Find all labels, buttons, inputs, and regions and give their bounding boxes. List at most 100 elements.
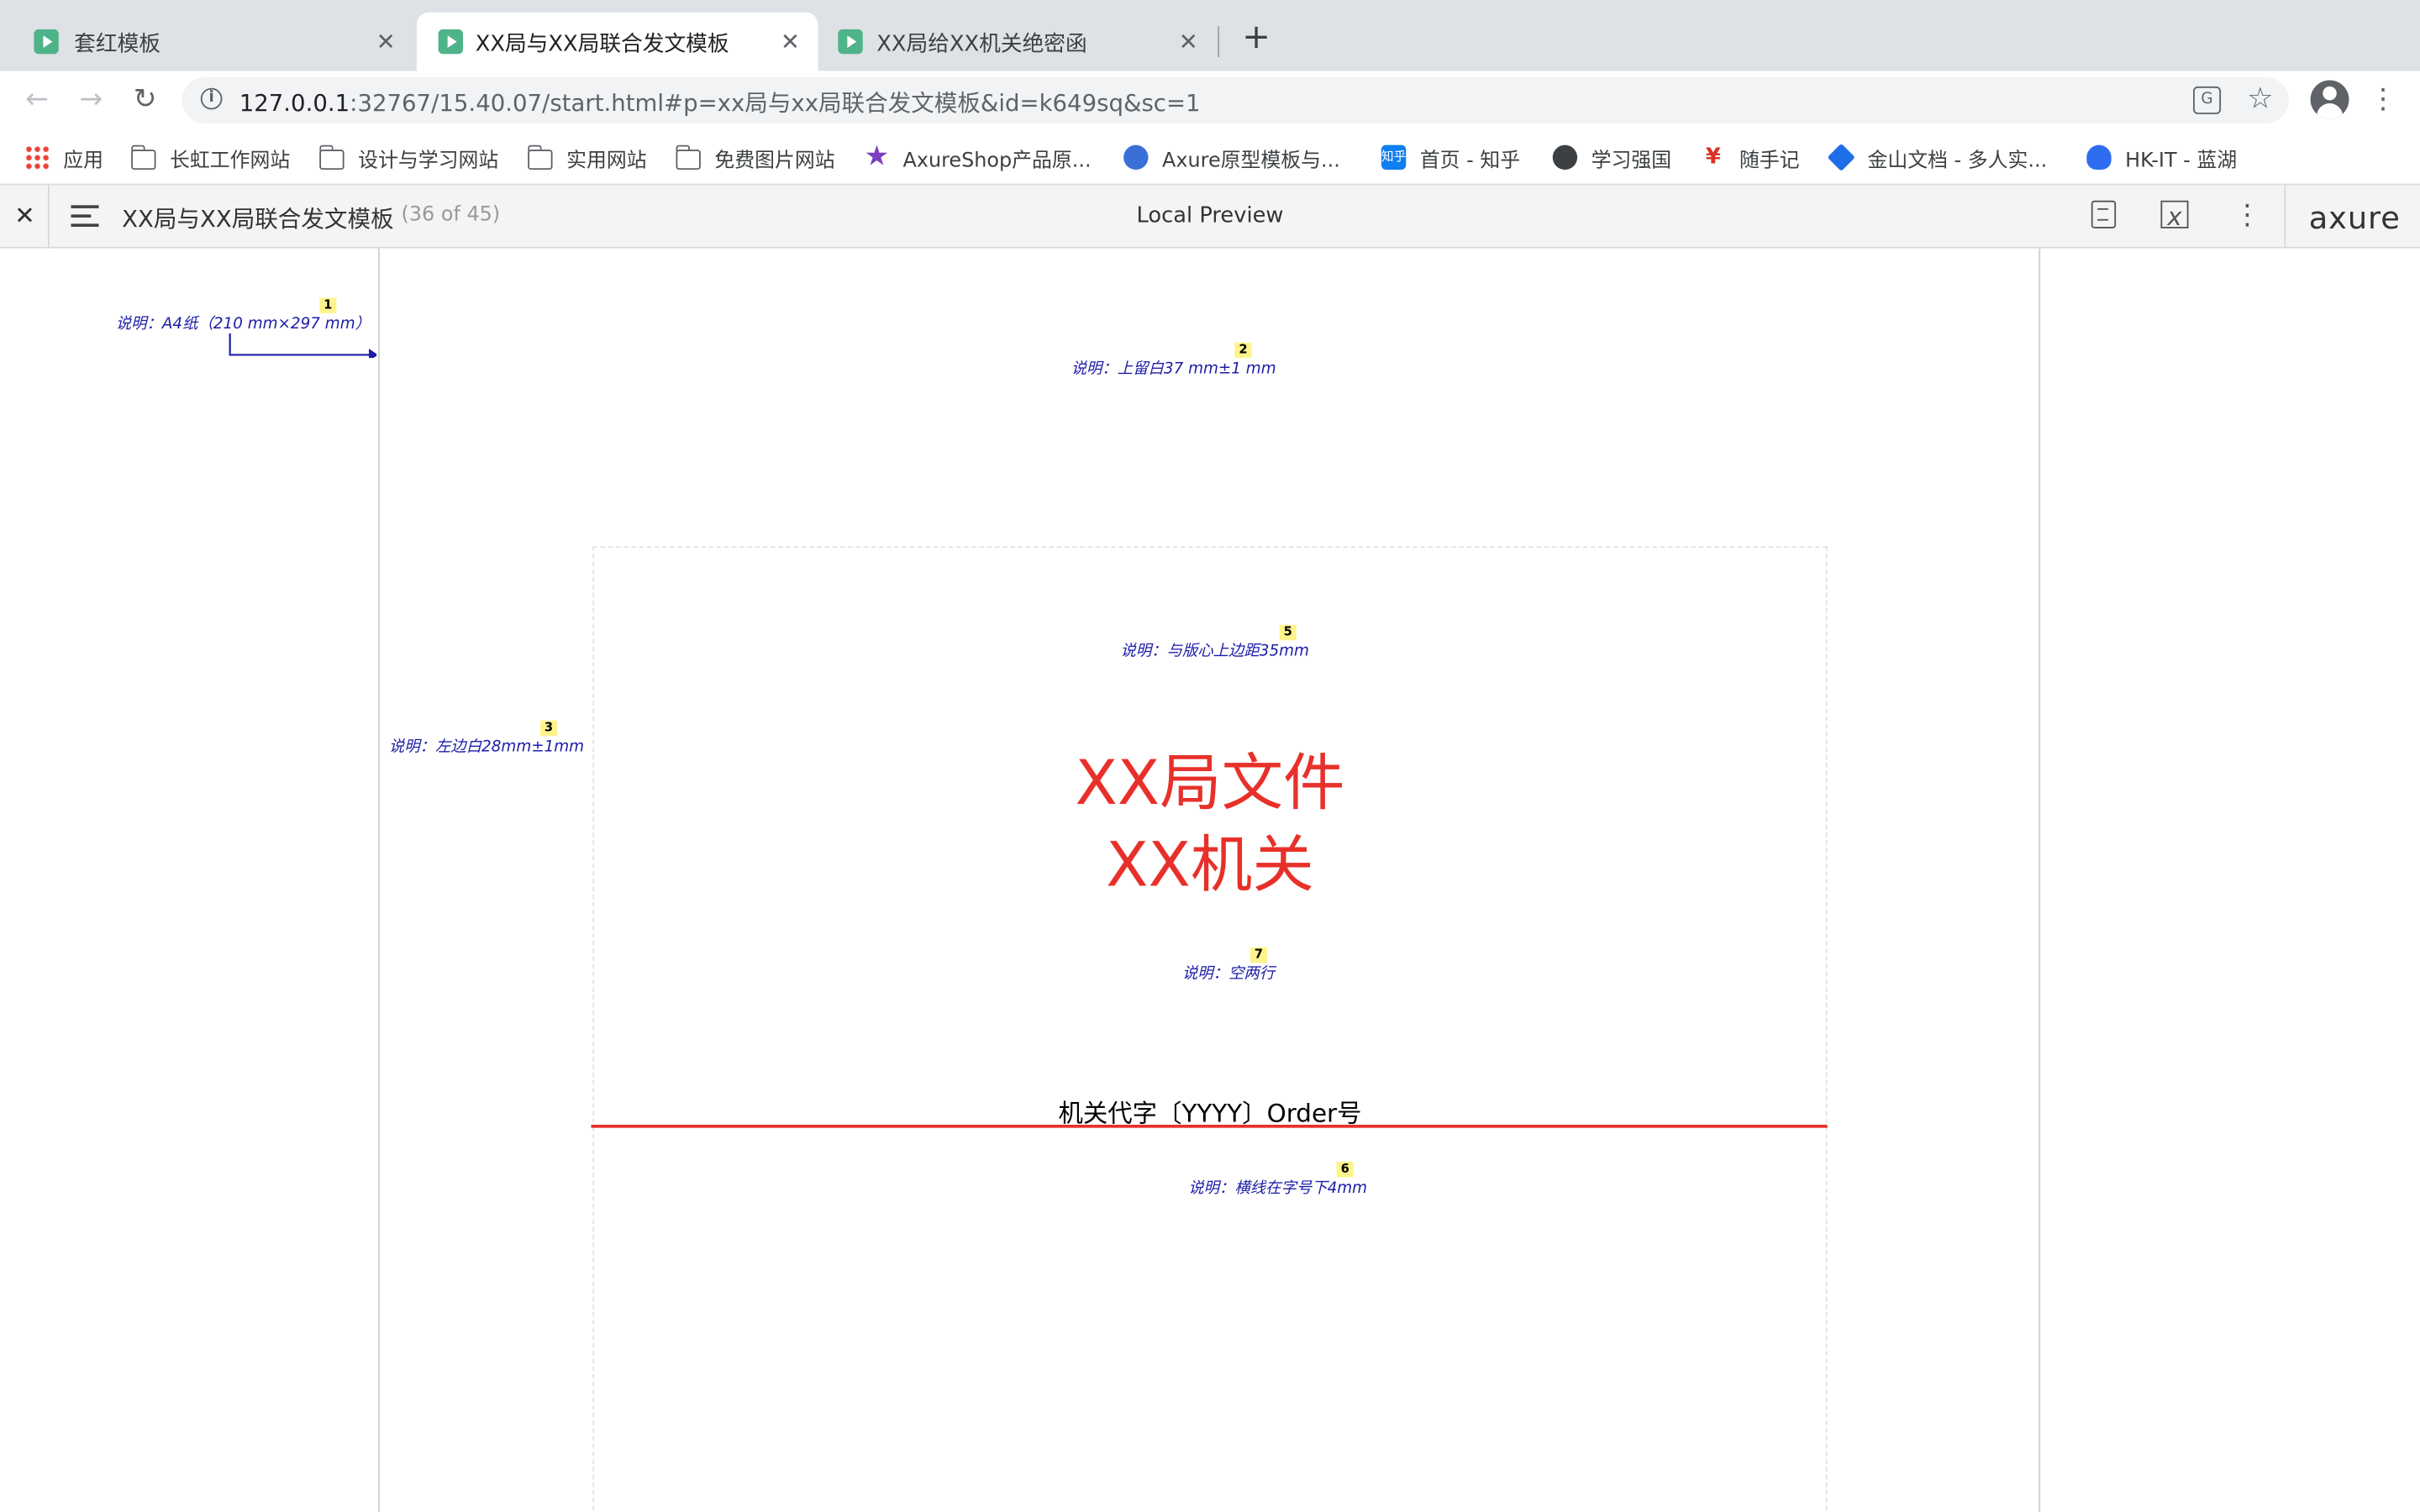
axure-favicon-icon (438, 29, 464, 55)
annotation-a4: 说明：A4纸（210 mm×297 mm） (116, 310, 371, 333)
text-body-area (592, 546, 1828, 1512)
translate-icon[interactable]: G (2193, 86, 2222, 114)
url-text[interactable]: 127.0.0.1:32767/15.40.07/start.html#p=xx… (239, 87, 1201, 119)
annotation-left-margin: 说明：左边白28mm±1mm (389, 732, 584, 756)
bookmark-label: AxureShop产品原... (902, 149, 1092, 172)
annotation-line-position: 说明：横线在字号下4mm (1188, 1174, 1368, 1198)
notes-icon[interactable] (2091, 200, 2117, 228)
page-count: (36 of 45) (401, 203, 501, 227)
issuer-title-2: XX机关 (1106, 830, 1314, 901)
address-bar[interactable]: i 127.0.0.1:32767/15.40.07/start.html#p=… (182, 76, 2289, 123)
annotation-two-blank-lines: 说明：空两行 (1182, 959, 1275, 983)
footnote-marker[interactable]: 5 (1279, 624, 1297, 641)
axure-icon (1123, 144, 1149, 171)
bookmark-kdocs[interactable]: 金山文档 - 多人实... (1827, 142, 2048, 173)
bookmark-label: 免费图片网站 (714, 149, 835, 172)
bookmark-axureshop[interactable]: ★ AxureShop产品原... (865, 142, 1092, 173)
url-path: :32767/15.40.07/start.html#p=xx局与xx局联合发文… (350, 89, 1201, 118)
bookmark-label: 应用 (63, 149, 104, 172)
annotation-text: 说明：与版心上边距35mm (1120, 643, 1309, 661)
close-icon[interactable]: ✕ (13, 201, 37, 232)
axure-header: ✕ XX局与XX局联合发文模板 (36 of 45) Local Preview… (0, 185, 2420, 249)
annotation-text: 说明：空两行 (1181, 965, 1276, 983)
reload-icon[interactable]: ↻ (127, 81, 164, 118)
tab-separator (1218, 26, 1220, 57)
bookmark-label: 金山文档 - 多人实... (1867, 149, 2048, 172)
browser-toolbar: ← → ↻ i 127.0.0.1:32767/15.40.07/start.h… (0, 71, 2420, 130)
annotation-top-margin: 说明：上留白37 mm±1 mm (1071, 354, 1276, 378)
bookmark-folder-useful[interactable]: 实用网站 (527, 142, 647, 173)
new-tab-button[interactable]: + (1238, 21, 1275, 59)
footnote-marker[interactable]: 3 (539, 720, 558, 737)
lanhu-icon (2086, 144, 2112, 171)
footnote-marker[interactable]: 2 (1234, 342, 1252, 359)
bookmark-label: 随手记 (1739, 149, 1800, 172)
bookmark-label: Axure原型模板与... (1162, 149, 1340, 172)
folder-icon (527, 144, 553, 170)
red-separator-line (591, 1124, 1828, 1128)
globe-icon (1552, 144, 1578, 171)
bookmark-xuexi[interactable]: 学习强国 (1552, 142, 1672, 173)
close-tab-icon[interactable]: ✕ (1173, 26, 1204, 57)
tab-taohong[interactable]: 套红模板 ✕ (0, 13, 413, 71)
bookmark-lanhu[interactable]: HK-IT - 蓝湖 (2086, 142, 2237, 173)
bookmark-label: HK-IT - 蓝湖 (2125, 149, 2238, 172)
bookmark-apps[interactable]: 应用 (24, 142, 103, 173)
tab-secret-letter[interactable]: XX局给XX机关绝密函 ✕ (818, 13, 1216, 71)
site-info-icon[interactable]: i (200, 87, 223, 110)
bookmark-label: 首页 - 知乎 (1419, 149, 1521, 172)
bookmarks-bar: 应用 长虹工作网站 设计与学习网站 实用网站 免费图片网站 ★ AxureSho… (0, 129, 2420, 186)
forward-arrow-icon[interactable]: → (72, 81, 109, 118)
close-tab-icon[interactable]: ✕ (775, 26, 806, 57)
profile-avatar-icon[interactable] (2310, 80, 2349, 119)
tab-title: 套红模板 (74, 32, 161, 57)
preview-label: Local Preview (1136, 203, 1284, 228)
tab-strip: 套红模板 ✕ XX局与XX局联合发文模板 ✕ XX局给XX机关绝密函 ✕ + (0, 0, 2420, 71)
folder-icon (675, 144, 701, 170)
axureshop-icon: ★ (864, 140, 890, 173)
close-tab-icon[interactable]: ✕ (371, 26, 402, 57)
folder-icon (318, 144, 345, 170)
bookmark-label: 学习强国 (1591, 149, 1672, 172)
yen-icon: ¥ (1705, 144, 1721, 171)
axure-favicon-icon (34, 29, 59, 55)
more-options-icon[interactable]: ⋮ (2232, 200, 2263, 232)
tab-title: XX局给XX机关绝密函 (876, 32, 1087, 57)
bookmark-folder-design[interactable]: 设计与学习网站 (318, 142, 499, 173)
annotation-text: 说明：左边白28mm±1mm (388, 738, 585, 756)
bookmark-label: 长虹工作网站 (170, 149, 291, 172)
zhihu-icon: 知乎 (1381, 144, 1407, 171)
bookmark-folder-images[interactable]: 免费图片网站 (675, 142, 835, 173)
divider (47, 185, 50, 249)
bookmark-star-icon[interactable]: ☆ (2247, 81, 2273, 115)
variables-icon[interactable]: x (2160, 200, 2189, 232)
arrow-connector-icon (229, 333, 377, 359)
bookmark-suishouji[interactable]: ¥ 随手记 (1701, 142, 1800, 173)
annotation-text: 说明：上留白37 mm±1 mm (1071, 360, 1276, 378)
divider (2284, 185, 2286, 249)
back-arrow-icon[interactable]: ← (18, 81, 55, 118)
footnote-marker[interactable]: 7 (1249, 947, 1267, 963)
tab-joint-document[interactable]: XX局与XX局联合发文模板 ✕ (416, 12, 818, 71)
chrome-menu-icon[interactable]: ⋮ (2368, 81, 2399, 118)
bookmark-zhihu[interactable]: 知乎 首页 - 知乎 (1381, 142, 1520, 173)
folder-icon (130, 144, 156, 170)
annotation-body-top: 说明：与版心上边距35mm (1120, 638, 1309, 661)
issuer-title-1: XX局文件 (1075, 748, 1345, 820)
footnote-marker[interactable]: 6 (1336, 1162, 1354, 1178)
axure-favicon-icon (838, 29, 863, 55)
annotation-text: 说明：A4纸（210 mm×297 mm） (115, 316, 371, 333)
footnote-marker[interactable]: 1 (319, 297, 337, 313)
tab-title: XX局与XX局联合发文模板 (475, 32, 729, 57)
prototype-canvas: 说明：A4纸（210 mm×297 mm） 1 说明：上留白37 mm±1 mm… (0, 248, 2420, 1512)
axure-logo: axure (2308, 198, 2401, 237)
annotation-text: 说明：横线在字号下4mm (1188, 1180, 1368, 1198)
bookmark-label: 设计与学习网站 (358, 149, 499, 172)
document-number: 机关代字〔YYYY〕Order号 (1058, 1098, 1362, 1128)
url-host: 127.0.0.1 (239, 89, 350, 118)
sitemap-menu-icon[interactable] (71, 205, 99, 227)
kdocs-icon (1827, 143, 1855, 171)
bookmark-folder-changhong[interactable]: 长虹工作网站 (130, 142, 291, 173)
page-title: XX局与XX局联合发文模板 (122, 205, 394, 234)
bookmark-axure-templates[interactable]: Axure原型模板与... (1123, 142, 1340, 173)
